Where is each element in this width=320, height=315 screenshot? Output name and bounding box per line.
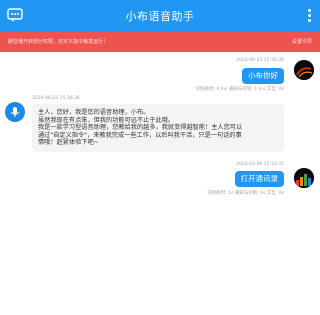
message-meta: 识别耗时: 1s 通知与识别: 0s 交互: 0s [207, 191, 284, 196]
warning-action-link[interactable]: 设置引导 [292, 38, 312, 45]
microphone-icon [10, 107, 20, 117]
permission-warning-banner[interactable]: 朗音播开启部分权限，自定义指令触发运行！ 设置引导 [0, 32, 320, 52]
message-line: 主人，您好，我是您的语音助理，小布。 [38, 109, 150, 116]
user-message-bubble: 小布你好 [242, 68, 284, 84]
app-bar: 小布语音助手 [0, 0, 320, 32]
message-line: 我是一款学习型语音助理，您教给我的越多，我就变得越智能！主人您可以 [38, 124, 243, 132]
user-message-bubble: 打开通讯录 [234, 171, 284, 187]
message-timestamp: 2020-06-23 15:30:36 [236, 58, 284, 63]
message-meta: 识别耗时: 0 ms 通知与识别: 1 ms 交互: 0s [195, 87, 284, 92]
warning-text: 朗音播开启部分权限，自定义指令触发运行！ [8, 39, 109, 45]
user-avatar [294, 168, 314, 188]
assistant-message-bubble: 主人，您好，我是您的语音助理，小布。 虽然我现在有点笨，但我的功能可远不止于此哦… [32, 104, 284, 152]
user-avatar [294, 60, 314, 80]
assistant-avatar [5, 102, 25, 122]
more-menu-icon[interactable] [306, 9, 312, 23]
message-timestamp: 2020-03-06 15:33:41 [236, 162, 284, 167]
message-line: 情哦！赶紧体验下吧~ [38, 139, 99, 147]
app-title: 小布语音助手 [125, 10, 195, 23]
message-timestamp: 2020-06-23 15:30:36 [32, 96, 80, 101]
